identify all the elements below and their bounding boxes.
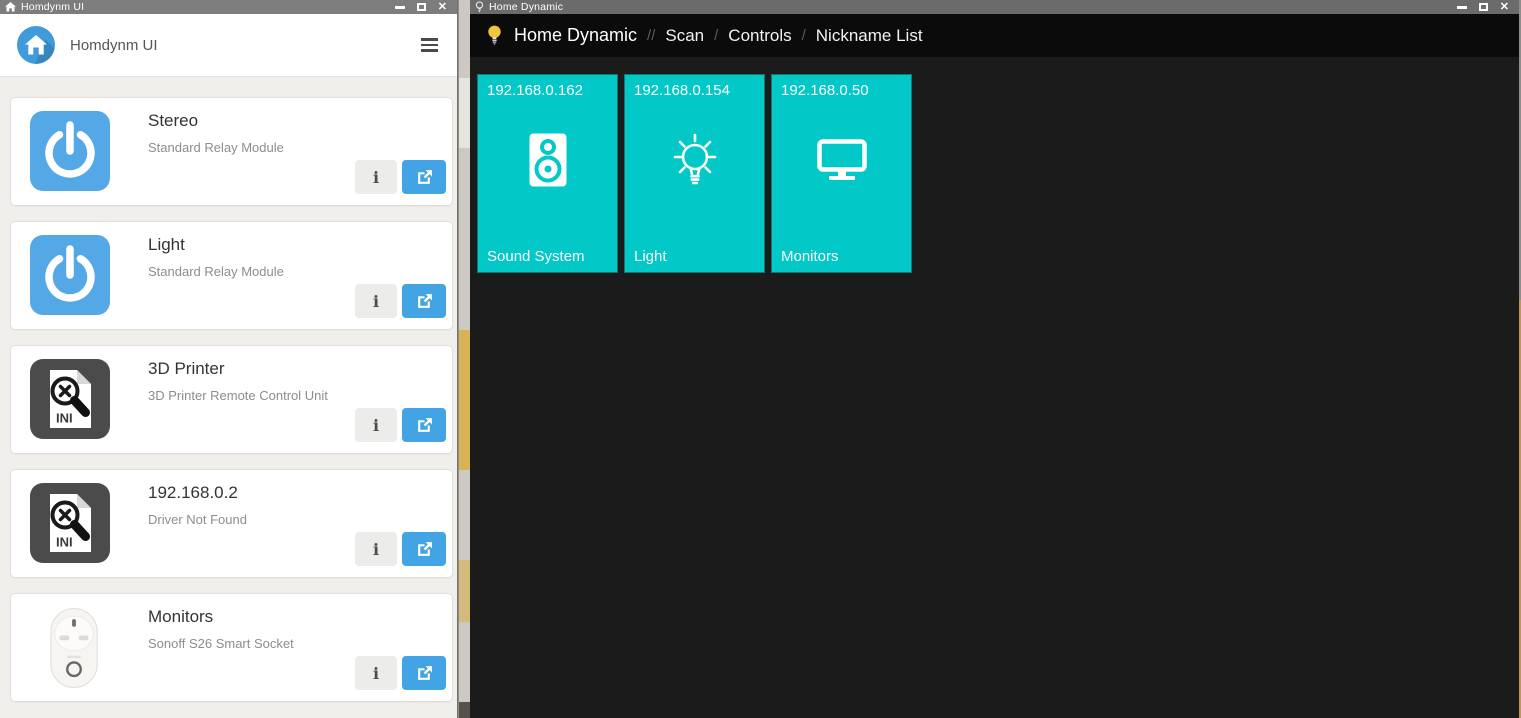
home-dynamic-window: Home Dynamic ✕ Home Dynamic // Scan / Co…	[470, 0, 1519, 718]
ini-file-icon: INI	[30, 359, 110, 439]
close-icon: ✕	[1500, 2, 1509, 13]
device-description: Standard Relay Module	[148, 140, 284, 155]
breadcrumb-separator: /	[714, 27, 718, 44]
ini-file-icon: INI	[30, 483, 110, 563]
breadcrumb-separator: /	[802, 27, 806, 44]
open-device-button[interactable]	[402, 160, 446, 194]
info-icon: i	[373, 540, 379, 559]
lightbulb-icon	[487, 25, 502, 46]
open-device-button[interactable]	[402, 656, 446, 690]
home-icon	[5, 2, 16, 12]
tile-label: Sound System	[487, 248, 585, 265]
hamburger-menu-button[interactable]	[419, 34, 440, 56]
external-link-icon	[416, 417, 433, 434]
homdynm-titlebar[interactable]: Homdynm UI ✕	[0, 0, 457, 14]
open-device-button[interactable]	[402, 532, 446, 566]
desktop-gap	[459, 0, 470, 718]
close-icon: ✕	[438, 2, 447, 13]
hamburger-icon	[421, 38, 438, 41]
minimize-button[interactable]	[395, 6, 405, 9]
device-card-monitors: Monitors Sonoff S26 Smart Socket i	[10, 593, 453, 702]
window-title: Home Dynamic	[489, 1, 563, 13]
external-link-icon	[416, 293, 433, 310]
app-header: Homdynm UI	[0, 14, 457, 77]
external-link-icon	[416, 169, 433, 186]
info-button[interactable]: i	[355, 160, 397, 194]
maximize-icon	[417, 3, 426, 11]
info-icon: i	[373, 168, 379, 187]
info-button[interactable]: i	[355, 532, 397, 566]
sonoff-socket-photo	[47, 606, 101, 690]
breadcrumb-nickname-list[interactable]: Nickname List	[816, 26, 923, 46]
minimize-icon	[1457, 6, 1467, 9]
device-description: Sonoff S26 Smart Socket	[148, 636, 294, 651]
device-list: Stereo Standard Relay Module i L	[0, 77, 457, 702]
external-link-icon	[416, 541, 433, 558]
device-card-light: Light Standard Relay Module i	[10, 221, 453, 330]
power-icon	[30, 235, 110, 315]
breadcrumb-home[interactable]: Home Dynamic	[514, 25, 637, 46]
external-link-icon	[416, 665, 433, 682]
close-button[interactable]: ✕	[1500, 2, 1509, 13]
breadcrumb: Home Dynamic // Scan / Controls / Nickna…	[470, 14, 1519, 57]
maximize-button[interactable]	[417, 3, 426, 11]
app-name: Homdynm UI	[70, 37, 158, 54]
device-card-3d-printer: INI 3D Printer 3D Printer Remote Control…	[10, 345, 453, 454]
info-icon: i	[373, 292, 379, 311]
power-icon	[30, 111, 110, 191]
tile-monitors[interactable]: 192.168.0.50 Monitors	[771, 74, 912, 273]
info-button[interactable]: i	[355, 656, 397, 690]
device-description: 3D Printer Remote Control Unit	[148, 388, 328, 403]
info-icon: i	[373, 416, 379, 435]
lightbulb-icon	[475, 1, 484, 13]
homdynm-window: Homdynm UI ✕ Homdynm UI	[0, 0, 458, 718]
info-icon: i	[373, 664, 379, 683]
tile-label: Monitors	[781, 248, 839, 265]
tile-label: Light	[634, 248, 667, 265]
device-name: Stereo	[148, 111, 198, 131]
device-name: Monitors	[148, 607, 213, 627]
tile-sound-system[interactable]: 192.168.0.162 Sound System	[477, 74, 618, 273]
speaker-icon	[478, 61, 617, 258]
monitor-icon	[772, 61, 911, 258]
device-description: Driver Not Found	[148, 512, 247, 527]
maximize-icon	[1479, 3, 1488, 11]
tile-light[interactable]: 192.168.0.154 Light	[624, 74, 765, 273]
maximize-button[interactable]	[1479, 3, 1488, 11]
device-name: 3D Printer	[148, 359, 225, 379]
window-title: Homdynm UI	[21, 1, 84, 13]
info-button[interactable]: i	[355, 284, 397, 318]
breadcrumb-scan[interactable]: Scan	[665, 26, 704, 46]
info-button[interactable]: i	[355, 408, 397, 442]
device-card-unknown: INI 192.168.0.2 Driver Not Found i	[10, 469, 453, 578]
breadcrumb-controls[interactable]: Controls	[728, 26, 791, 46]
nickname-tile-list: 192.168.0.162 Sound System 192.168.0.154	[470, 57, 1519, 273]
open-device-button[interactable]	[402, 284, 446, 318]
minimize-icon	[395, 6, 405, 9]
device-card-stereo: Stereo Standard Relay Module i	[10, 97, 453, 206]
breadcrumb-root-separator: //	[647, 27, 655, 44]
lightbulb-icon	[625, 61, 764, 258]
device-name: 192.168.0.2	[148, 483, 238, 503]
open-device-button[interactable]	[402, 408, 446, 442]
home-dynamic-titlebar[interactable]: Home Dynamic ✕	[470, 0, 1519, 14]
app-logo	[17, 26, 55, 64]
device-name: Light	[148, 235, 185, 255]
ini-label: INI	[56, 535, 73, 550]
device-description: Standard Relay Module	[148, 264, 284, 279]
minimize-button[interactable]	[1457, 6, 1467, 9]
close-button[interactable]: ✕	[438, 2, 447, 13]
ini-label: INI	[56, 411, 73, 426]
